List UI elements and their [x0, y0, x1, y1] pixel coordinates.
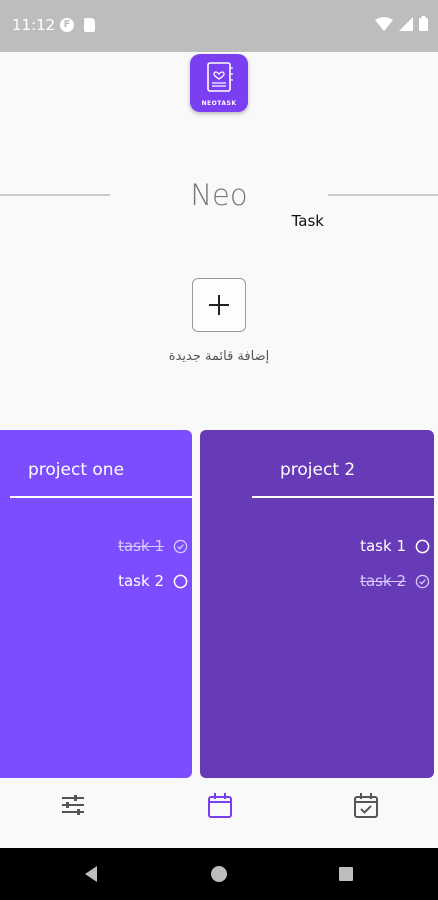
status-time: 11:12	[12, 16, 56, 34]
title-divider-left	[0, 194, 110, 196]
battery-icon	[419, 16, 428, 31]
nav-calendar[interactable]	[205, 790, 235, 820]
app-title-task: Task	[291, 212, 324, 230]
sd-card-icon	[84, 18, 95, 32]
add-list-button[interactable]	[192, 278, 246, 332]
recents-icon[interactable]	[336, 864, 356, 884]
wifi-icon	[375, 16, 393, 31]
title-divider-right	[328, 194, 438, 196]
project-card[interactable]: project one task 1 task 2	[0, 430, 192, 778]
bottom-nav	[0, 782, 438, 848]
task-label: task 1	[118, 537, 164, 555]
system-nav-bar	[0, 848, 438, 900]
app-title-neo: Neo	[190, 178, 248, 212]
add-list-label: إضافة قائمة جديدة	[168, 349, 270, 364]
project-card[interactable]: project 2 task 1 task 2	[200, 430, 434, 778]
plus-icon	[208, 294, 229, 315]
check-circle-icon[interactable]	[173, 539, 188, 554]
project-divider	[252, 496, 434, 498]
task-label: task 2	[118, 572, 164, 590]
logo-text: NEOTASK	[201, 100, 237, 107]
back-icon[interactable]	[82, 864, 102, 884]
task-label: task 1	[360, 537, 406, 555]
task-item[interactable]: task 1	[118, 537, 188, 555]
project-title: project one	[28, 460, 125, 480]
circle-icon[interactable]	[415, 539, 430, 554]
task-item[interactable]: task 2	[118, 572, 188, 590]
app-title: Neo Task	[110, 178, 328, 230]
task-label: task 2	[360, 572, 406, 590]
task-item[interactable]: task 1	[360, 537, 430, 555]
circle-icon[interactable]	[173, 574, 188, 589]
check-circle-icon[interactable]	[415, 574, 430, 589]
calendar-check-icon	[354, 793, 378, 818]
sliders-icon	[62, 795, 84, 815]
nav-completed[interactable]	[351, 790, 381, 820]
project-title: project 2	[280, 460, 356, 480]
status-icons	[375, 16, 428, 31]
app-logo: NEOTASK	[190, 54, 248, 112]
project-divider	[10, 496, 192, 498]
home-icon[interactable]	[209, 864, 229, 884]
task-item[interactable]: task 2	[360, 572, 430, 590]
status-bar: 11:12 F	[0, 0, 438, 52]
notification-f-icon: F	[60, 18, 74, 32]
calendar-icon	[208, 793, 232, 818]
signal-icon	[399, 16, 413, 31]
nav-settings[interactable]	[58, 790, 88, 820]
